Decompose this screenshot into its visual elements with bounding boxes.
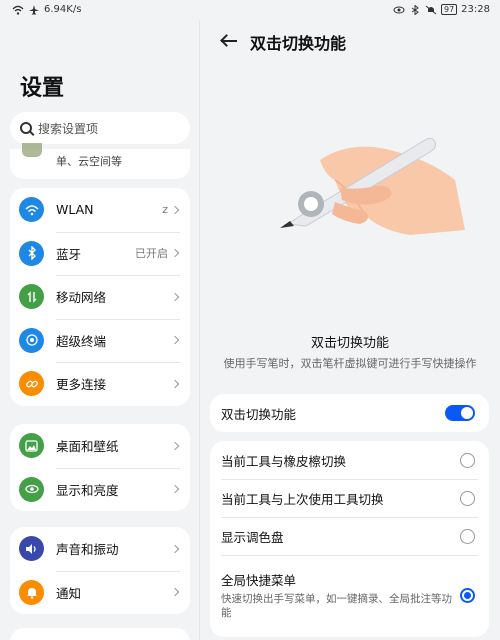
status-bar: 6.94K/s 97 23:28 xyxy=(0,0,500,20)
mute-icon xyxy=(425,5,437,14)
settings-title: 设置 xyxy=(20,76,65,101)
chevron-right-icon xyxy=(170,544,180,553)
option-tool-last-tool[interactable]: 当前工具与上次使用工具切换 xyxy=(210,479,489,517)
wifi-status-icon xyxy=(12,5,24,15)
double-tap-toggle-row: 双击切换功能 xyxy=(210,394,489,432)
bluetooth-status-icon xyxy=(411,4,419,15)
display-group: 桌面和壁纸 显示和亮度 xyxy=(10,424,190,511)
battery-indicator: 97 xyxy=(440,4,458,15)
search-placeholder: 搜索设置项 xyxy=(38,121,99,136)
chevron-right-icon xyxy=(170,379,180,388)
next-group-fragment xyxy=(10,628,190,640)
sidebar-item-wallpaper[interactable]: 桌面和壁纸 xyxy=(10,424,190,468)
double-tap-options: 当前工具与橡皮檫切换 当前工具与上次使用工具切换 显示调色盘 全局快捷菜单 快速… xyxy=(210,441,489,637)
radio-unselected[interactable] xyxy=(460,528,475,544)
search-icon xyxy=(20,122,32,134)
sidebar-item-label: 蓝牙 xyxy=(56,246,82,262)
sidebar-item-wlan[interactable]: WLAN z xyxy=(10,188,190,232)
option-label: 当前工具与上次使用工具切换 xyxy=(221,491,384,507)
bell-icon xyxy=(19,579,44,605)
feature-title: 双击切换功能 xyxy=(310,336,389,351)
clock: 23:28 xyxy=(461,4,490,15)
sidebar-item-label: 超级终端 xyxy=(56,333,107,349)
sidebar-item-super-device[interactable]: 超级终端 xyxy=(10,318,190,363)
sidebar-item-label: 显示和亮度 xyxy=(56,482,119,498)
chevron-right-icon xyxy=(170,249,180,258)
sidebar-item-label: 声音和振动 xyxy=(56,542,119,558)
sidebar-item-label: WLAN xyxy=(56,202,94,218)
sound-group: 声音和振动 通知 xyxy=(10,527,190,614)
chevron-right-icon xyxy=(170,292,180,301)
option-global-menu[interactable]: 全局快捷菜单 快速切换出手写菜单，如一键摘录、全局批注等功能 xyxy=(210,555,489,635)
sidebar-item-label: 更多连接 xyxy=(56,377,107,393)
sidebar-item-label: 移动网络 xyxy=(56,290,107,306)
network-speed: 6.94K/s xyxy=(44,4,82,15)
sidebar-item-notifications[interactable]: 通知 xyxy=(10,570,190,615)
bluetooth-icon xyxy=(19,240,44,266)
sidebar-item-label: 桌面和壁纸 xyxy=(56,439,119,455)
sidebar-item-label: 通知 xyxy=(56,585,82,601)
connectivity-group: WLAN z 蓝牙 已开启 移动网络 超级终端 更多连接 xyxy=(10,188,190,406)
back-arrow-head xyxy=(220,34,233,47)
wallpaper-icon xyxy=(19,433,44,459)
option-show-palette[interactable]: 显示调色盘 xyxy=(210,517,489,555)
eye-status-icon xyxy=(393,6,405,13)
settings-sidebar: 设置 搜索设置项 单、云空间等 WLAN z 蓝牙 已开启 移动网络 超级终端 … xyxy=(0,20,200,640)
option-label: 全局快捷菜单 xyxy=(221,573,297,588)
chevron-right-icon xyxy=(170,336,180,345)
mobile-network-icon xyxy=(19,284,44,310)
link-icon xyxy=(19,371,44,397)
double-tap-switch[interactable] xyxy=(445,405,475,421)
search-input[interactable]: 搜索设置项 xyxy=(10,112,190,144)
option-tool-eraser[interactable]: 当前工具与橡皮檫切换 xyxy=(210,441,489,479)
sidebar-item-value: z xyxy=(162,203,168,217)
radio-unselected[interactable] xyxy=(460,452,475,468)
back-button[interactable] xyxy=(220,34,238,48)
super-device-icon xyxy=(19,327,44,353)
toggle-label: 双击切换功能 xyxy=(221,406,297,422)
radio-unselected[interactable] xyxy=(460,490,475,506)
sidebar-item-more-connections[interactable]: 更多连接 xyxy=(10,362,190,406)
radio-selected[interactable] xyxy=(460,587,475,603)
chevron-right-icon xyxy=(170,588,180,597)
option-label: 当前工具与橡皮檫切换 xyxy=(221,453,347,469)
sidebar-item-sound[interactable]: 声音和振动 xyxy=(10,527,190,571)
option-label: 显示调色盘 xyxy=(221,529,284,545)
detail-pane: 双击切换功能 双击切换功能 使用手写笔时，双击笔杆虚拟键可进行手写快捷操作 双击… xyxy=(200,20,500,640)
sidebar-item-display[interactable]: 显示和亮度 xyxy=(10,467,190,512)
sidebar-item-bluetooth[interactable]: 蓝牙 已开启 xyxy=(10,231,190,276)
eye-icon xyxy=(19,476,44,502)
sidebar-item-mobile-network[interactable]: 移动网络 xyxy=(10,275,190,319)
sidebar-item-value: 已开启 xyxy=(135,247,168,261)
stylus-hand-illustration xyxy=(280,137,465,235)
chevron-right-icon xyxy=(170,485,180,494)
chevron-right-icon xyxy=(170,205,180,214)
avatar xyxy=(22,143,42,157)
chevron-right-icon xyxy=(170,441,180,450)
wifi-icon xyxy=(19,197,44,223)
page-title: 双击切换功能 xyxy=(250,34,347,53)
sound-icon xyxy=(19,536,44,562)
account-card[interactable]: 单、云空间等 xyxy=(10,143,190,179)
account-subtitle: 单、云空间等 xyxy=(56,155,122,168)
option-description: 快速切换出手写菜单，如一键摘录、全局批注等功能 xyxy=(221,593,452,619)
feature-description: 使用手写笔时，双击笔杆虚拟键可进行手写快捷操作 xyxy=(223,357,477,370)
airplane-icon xyxy=(29,4,39,14)
